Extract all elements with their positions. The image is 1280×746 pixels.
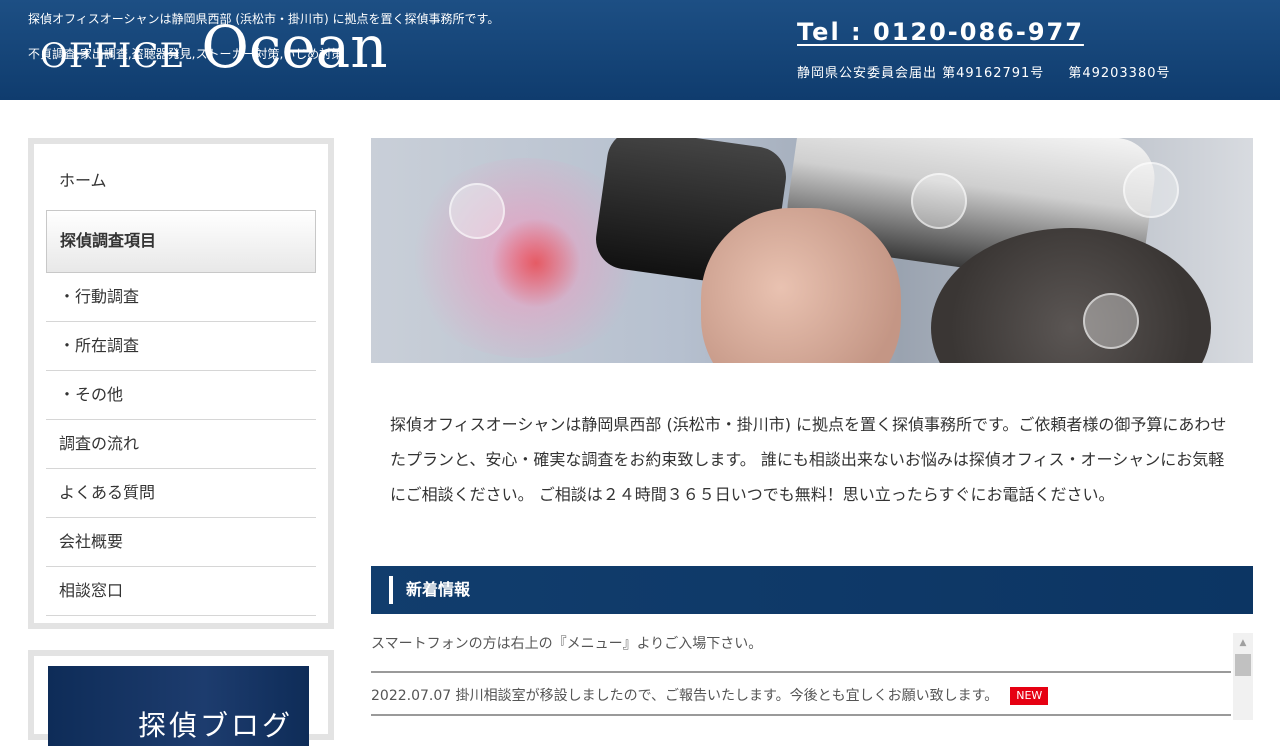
blog-banner[interactable]: 探偵ブログ [48, 666, 309, 746]
sidebar-item-behavior-investigation[interactable]: ・行動調査 [46, 273, 316, 322]
sidebar-nav: ホーム 探偵調査項目 ・行動調査 ・所在調査 ・その他 調査の流れ よくある質問… [28, 138, 334, 629]
hero-hand [701, 208, 901, 363]
scroll-up-icon[interactable]: ▲ [1233, 633, 1253, 653]
network-person-icon [1123, 162, 1179, 218]
blog-banner-box: 探偵ブログ [28, 650, 334, 746]
scroll-thumb[interactable] [1235, 654, 1251, 676]
sidebar-item-location-investigation[interactable]: ・所在調査 [46, 322, 316, 371]
news-scrollbar[interactable]: ▲ [1233, 633, 1253, 720]
sidebar-item-investigation-items[interactable]: 探偵調査項目 [46, 210, 316, 273]
intro-text: 探偵オフィスオーシャンは静岡県西部 (浜松市・掛川市) に拠点を置く探偵事務所で… [390, 415, 1227, 504]
sidebar-item-faq[interactable]: よくある質問 [46, 469, 316, 518]
license-label: 静岡県公安委員会届出 第49162791号 [797, 66, 1045, 81]
sidebar-item-home[interactable]: ホーム [46, 144, 316, 210]
sidebar-item-company[interactable]: 会社概要 [46, 518, 316, 567]
hero-bokeh-red [491, 218, 581, 308]
news-list: スマートフォンの方は右上の『メニュー』よりご入場下さい。 2022.07.07 … [371, 630, 1231, 720]
license-info: 静岡県公安委員会届出 第49162791号 第49203380号 [797, 62, 1170, 81]
phone-link[interactable]: Tel : 0120-086-977 [797, 18, 1084, 46]
license-number-2: 第49203380号 [1068, 66, 1171, 81]
sidebar-item-other[interactable]: ・その他 [46, 371, 316, 420]
header-tagline: 探偵オフィスオーシャンは静岡県西部 (浜松市・掛川市) に拠点を置く探偵事務所で… [28, 12, 500, 26]
news-item-text: 2022.07.07 掛川相談室が移設しましたので、ご報告いたします。今後とも宜… [371, 688, 999, 704]
sidebar-item-flow[interactable]: 調査の流れ [46, 420, 316, 469]
network-person-icon [911, 173, 967, 229]
news-item[interactable]: 2022.07.07 掛川相談室が移設しましたので、ご報告いたします。今後とも宜… [371, 673, 1231, 716]
site-header: OFFICE Ocean 探偵オフィスオーシャンは静岡県西部 (浜松市・掛川市) … [0, 0, 1280, 100]
news-heading: 新着情報 [371, 566, 1253, 614]
network-person-icon [1083, 293, 1139, 349]
network-person-icon [449, 183, 505, 239]
new-badge: NEW [1010, 687, 1049, 705]
hero-image [371, 138, 1253, 363]
header-services: 不貞調査,家出調査,盗聴器発見,ストーカー対策,いじめ対策 [28, 47, 344, 61]
news-item: スマートフォンの方は右上の『メニュー』よりご入場下さい。 [371, 630, 1231, 673]
news-item-text: スマートフォンの方は右上の『メニュー』よりご入場下さい。 [371, 636, 763, 652]
sidebar-item-consultation[interactable]: 相談窓口 [46, 567, 316, 616]
